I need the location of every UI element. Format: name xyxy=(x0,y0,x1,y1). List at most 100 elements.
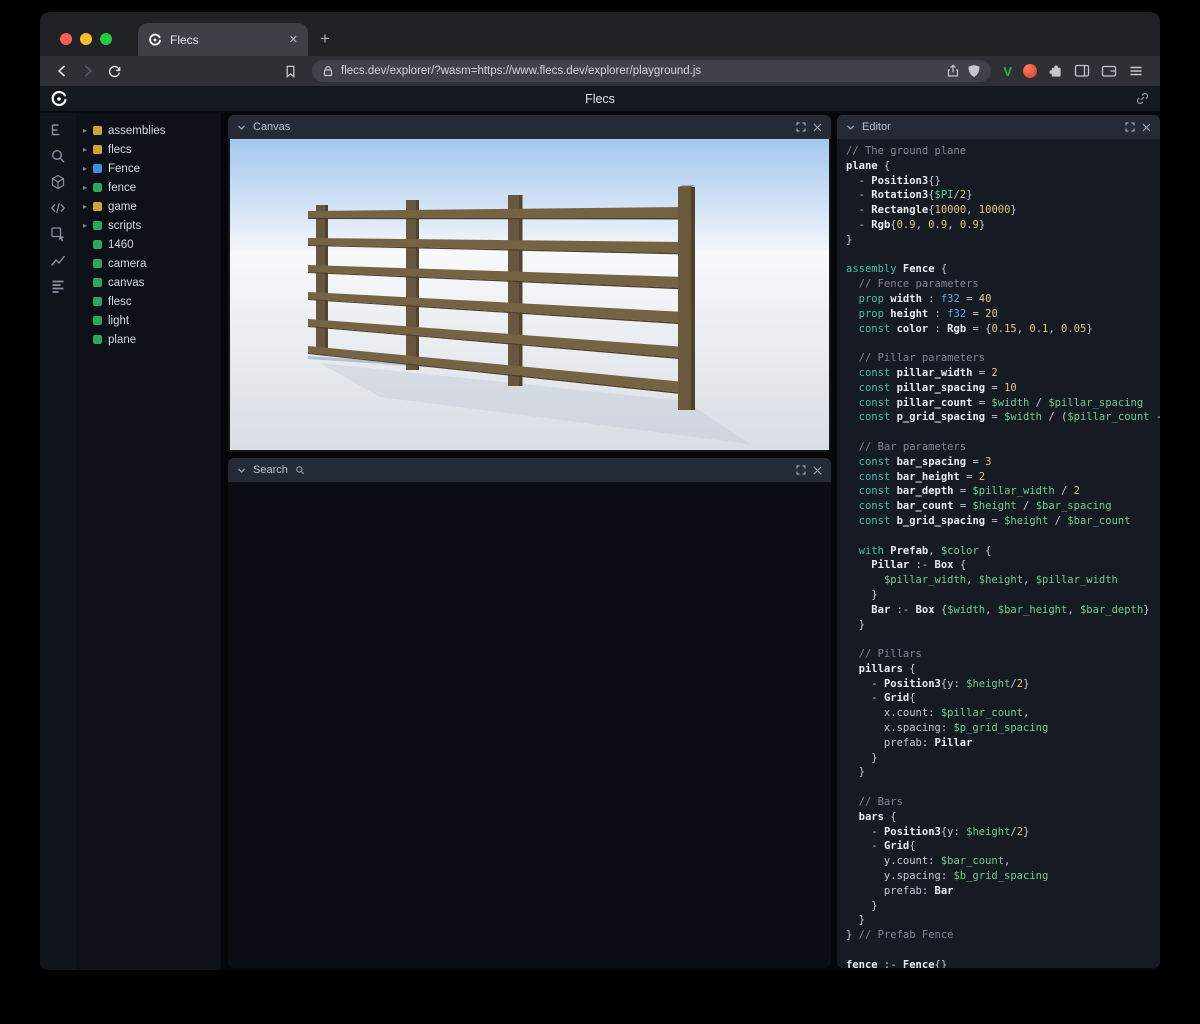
close-panel-icon[interactable] xyxy=(1142,123,1151,132)
stats-icon[interactable] xyxy=(50,252,66,268)
expand-panel-icon[interactable] xyxy=(1125,122,1135,132)
close-window-button[interactable] xyxy=(60,33,72,45)
url-bar[interactable]: flecs.dev/explorer/?wasm=https://www.fle… xyxy=(312,60,991,82)
brave-shield-icon[interactable] xyxy=(967,64,981,78)
canvas-panel-title: Canvas xyxy=(253,121,290,133)
tree-item[interactable]: plane xyxy=(76,330,221,349)
code-content[interactable]: // The ground planeplane { - Position3{}… xyxy=(837,139,1160,968)
code-line: // The ground plane xyxy=(846,144,1160,159)
code-line: prefab: Pillar xyxy=(846,736,1160,751)
entity-color-swatch xyxy=(93,202,102,211)
forward-icon[interactable] xyxy=(76,59,100,83)
canvas-3d-scene xyxy=(230,139,829,450)
tree-item[interactable]: ▸scripts xyxy=(76,216,221,235)
tree-item-label: Fence xyxy=(108,163,140,175)
code-line: - Grid{ xyxy=(846,691,1160,706)
page-title: Flecs xyxy=(40,92,1160,106)
code-line: - Position3{y: $height/2} xyxy=(846,825,1160,840)
tree-item[interactable]: camera xyxy=(76,254,221,273)
code-line: - Position3{y: $height/2} xyxy=(846,677,1160,692)
code-line: Bar :- Box {$width, $bar_height, $bar_de… xyxy=(846,603,1160,618)
url-text: flecs.dev/explorer/?wasm=https://www.fle… xyxy=(341,65,939,77)
chevron-down-icon[interactable] xyxy=(237,466,246,475)
tree-item[interactable]: ▸ assemblies xyxy=(76,121,221,140)
wallet-icon[interactable] xyxy=(1101,63,1117,79)
canvas-3d-viewport[interactable] xyxy=(230,139,829,450)
entity-color-swatch xyxy=(93,126,102,135)
tab-title: Flecs xyxy=(170,33,281,47)
chevron-down-icon[interactable] xyxy=(237,123,246,132)
sidebar-panel-icon[interactable] xyxy=(1074,63,1090,79)
chevron-right-icon[interactable]: ▸ xyxy=(83,221,93,230)
new-tab-button[interactable]: + xyxy=(320,30,330,47)
outliner-icon[interactable] xyxy=(50,122,66,138)
chevron-right-icon[interactable]: ▸ xyxy=(83,164,93,173)
tree-item-label: camera xyxy=(108,258,146,270)
search-icon[interactable] xyxy=(50,148,66,164)
minimize-window-button[interactable] xyxy=(80,33,92,45)
code-line: } // Prefab Fence xyxy=(846,928,1160,943)
menu-icon[interactable] xyxy=(1128,63,1144,79)
code-icon[interactable] xyxy=(50,200,66,216)
tree-item-label: assemblies xyxy=(108,125,166,137)
memory-icon[interactable] xyxy=(50,278,66,294)
tree-item[interactable]: canvas xyxy=(76,273,221,292)
tree-item[interactable]: light xyxy=(76,311,221,330)
code-line: x.spacing: $p_grid_spacing xyxy=(846,721,1160,736)
extensions-puzzle-icon[interactable] xyxy=(1048,64,1063,79)
tab-close-icon[interactable]: ✕ xyxy=(289,33,298,46)
code-line: // Fence parameters xyxy=(846,277,1160,292)
entity-color-swatch xyxy=(93,221,102,230)
canvas-panel-header[interactable]: Canvas xyxy=(228,115,831,139)
chevron-right-icon[interactable]: ▸ xyxy=(83,183,93,192)
bookmark-icon[interactable] xyxy=(278,59,302,83)
icon-sidebar xyxy=(40,113,76,970)
adblock-icon[interactable] xyxy=(1023,64,1037,78)
chevron-right-icon[interactable]: ▸ xyxy=(83,126,93,135)
code-line: fence :- Fence{} xyxy=(846,958,1160,968)
tree-item[interactable]: ▸ fence xyxy=(76,178,221,197)
expand-panel-icon[interactable] xyxy=(796,122,806,132)
code-line: } xyxy=(846,913,1160,928)
tree-item-label: fence xyxy=(108,182,136,194)
reload-icon[interactable] xyxy=(102,59,126,83)
tree-item[interactable]: flesc xyxy=(76,292,221,311)
link-icon[interactable] xyxy=(1135,91,1150,106)
chevron-down-icon[interactable] xyxy=(846,123,855,132)
code-line: const bar_depth = $pillar_width / 2 xyxy=(846,484,1160,499)
window-controls xyxy=(60,33,112,45)
code-line: // Bars xyxy=(846,795,1160,810)
inspector-icon[interactable] xyxy=(50,226,66,242)
code-line: - Rotation3{$PI/2} xyxy=(846,188,1160,203)
browser-window: Flecs ✕ + flecs.dev/explorer/?wasm=http xyxy=(40,12,1160,970)
entity-color-swatch xyxy=(93,145,102,154)
close-panel-icon[interactable] xyxy=(813,466,822,475)
tree-item[interactable]: ▸flecs xyxy=(76,140,221,159)
code-line: prop width : f32 = 40 xyxy=(846,292,1160,307)
browser-tab[interactable]: Flecs ✕ xyxy=(138,23,308,56)
search-panel-header[interactable]: Search xyxy=(228,458,831,482)
entity-color-swatch xyxy=(93,335,102,344)
code-line: const pillar_spacing = 10 xyxy=(846,381,1160,396)
tree-item[interactable]: 1460 xyxy=(76,235,221,254)
chevron-right-icon[interactable]: ▸ xyxy=(83,145,93,154)
code-line: prefab: Bar xyxy=(846,884,1160,899)
expand-panel-icon[interactable] xyxy=(796,465,806,475)
code-line: } xyxy=(846,899,1160,914)
tab-strip: Flecs ✕ + xyxy=(40,12,1160,56)
close-panel-icon[interactable] xyxy=(813,123,822,132)
tree-item[interactable]: ▸ Fence xyxy=(76,159,221,178)
editor-panel-header[interactable]: Editor xyxy=(837,115,1160,139)
code-line: const bar_height = 2 xyxy=(846,470,1160,485)
tree-item[interactable]: ▸game xyxy=(76,197,221,216)
zoom-window-button[interactable] xyxy=(100,33,112,45)
v-extension-icon[interactable]: V xyxy=(1003,64,1012,79)
extension-icons: V xyxy=(1003,63,1144,79)
code-line xyxy=(846,943,1160,958)
code-line: prop height : f32 = 20 xyxy=(846,307,1160,322)
chevron-right-icon[interactable]: ▸ xyxy=(83,202,93,211)
share-icon[interactable] xyxy=(946,64,960,78)
entities-cube-icon[interactable] xyxy=(50,174,66,190)
code-line xyxy=(846,632,1160,647)
back-icon[interactable] xyxy=(50,59,74,83)
